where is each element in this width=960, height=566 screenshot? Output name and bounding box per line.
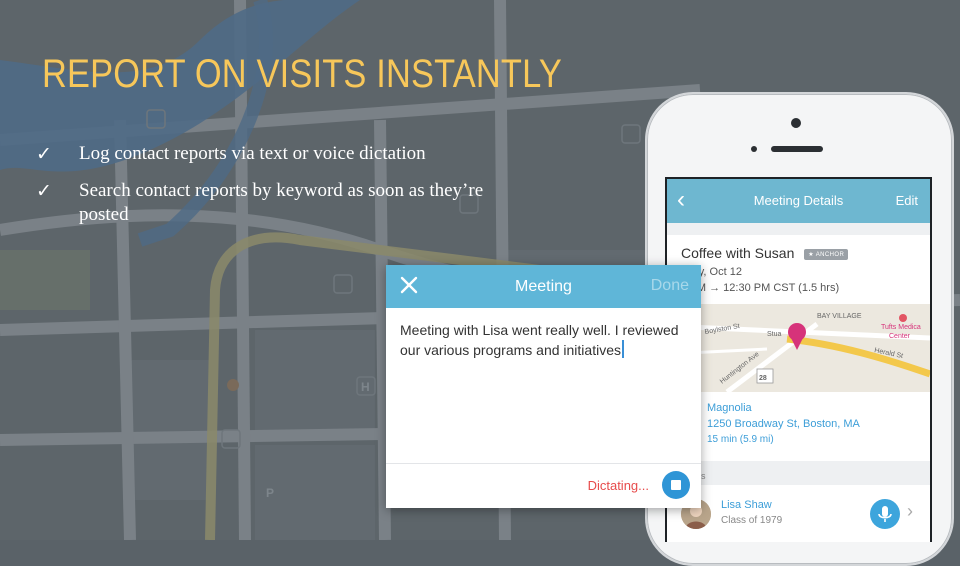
- divider: [386, 463, 701, 464]
- location-address[interactable]: 1250 Broadway St, Boston, MA: [707, 418, 860, 430]
- event-title: Coffee with Susan ★ ANCHOR: [681, 245, 849, 261]
- event-title-text: Coffee with Susan: [681, 245, 795, 261]
- microphone-icon: [878, 506, 892, 522]
- map-label: Center: [889, 333, 911, 340]
- feature-item: ✓ Log contact reports via text or voice …: [36, 142, 496, 166]
- feature-item: ✓ Search contact reports by keyword as s…: [36, 179, 496, 227]
- speaker-icon: [771, 146, 823, 152]
- svg-text:H: H: [361, 380, 370, 394]
- location-distance: 15 min (5.9 mi): [707, 434, 774, 445]
- edit-button[interactable]: Edit: [896, 193, 918, 208]
- phone-screen: ‹ Meeting Details Edit Coffee with Susan…: [665, 177, 932, 542]
- meeting-notes-text: Meeting with Lisa went really well. I re…: [400, 322, 679, 358]
- camera-icon: [791, 118, 801, 128]
- feature-text: Search contact reports by keyword as soo…: [79, 180, 484, 225]
- check-icon: ✓: [36, 180, 52, 202]
- text-cursor: [622, 340, 624, 358]
- feature-text: Log contact reports via text or voice di…: [79, 143, 426, 164]
- feature-list: ✓ Log contact reports via text or voice …: [36, 142, 496, 240]
- done-button[interactable]: Done: [651, 277, 689, 295]
- check-icon: ✓: [36, 143, 52, 165]
- sensor-icon: [751, 146, 757, 152]
- map-label: BAY VILLAGE: [817, 313, 862, 320]
- chevron-right-icon[interactable]: ›: [907, 501, 913, 522]
- map-label: Tufts Medica: [881, 324, 921, 331]
- location-map[interactable]: Boylston St Stua BAY VILLAGE Tufts Medic…: [667, 304, 930, 392]
- slide-title: REPORT ON VISITS INSTANTLY: [42, 52, 562, 96]
- stop-icon: [671, 480, 681, 490]
- meeting-notes-textarea[interactable]: Meeting with Lisa went really well. I re…: [400, 320, 685, 360]
- meeting-details-header: ‹ Meeting Details Edit: [667, 179, 930, 223]
- meeting-dialog: Meeting Done Meeting with Lisa went real…: [386, 265, 701, 508]
- stop-dictation-button[interactable]: [662, 471, 690, 499]
- location-name[interactable]: Magnolia: [707, 402, 752, 414]
- section-gap: [667, 461, 930, 485]
- event-time: 0 AM → 12:30 PM CST (1.5 hrs): [681, 282, 840, 294]
- anchor-badge: ★ ANCHOR: [804, 249, 849, 260]
- dictating-status: Dictating...: [587, 478, 649, 493]
- map-label: Stua: [767, 331, 782, 338]
- svg-text:P: P: [266, 486, 274, 500]
- attendee-class: Class of 1979: [721, 515, 783, 526]
- section-gap: [667, 223, 930, 235]
- meeting-dialog-header: Meeting Done: [386, 265, 701, 308]
- microphone-button[interactable]: [870, 499, 900, 529]
- map-label: 28: [759, 375, 767, 382]
- meeting-details-title: Meeting Details: [753, 193, 844, 208]
- attendee-name[interactable]: Lisa Shaw: [721, 499, 772, 511]
